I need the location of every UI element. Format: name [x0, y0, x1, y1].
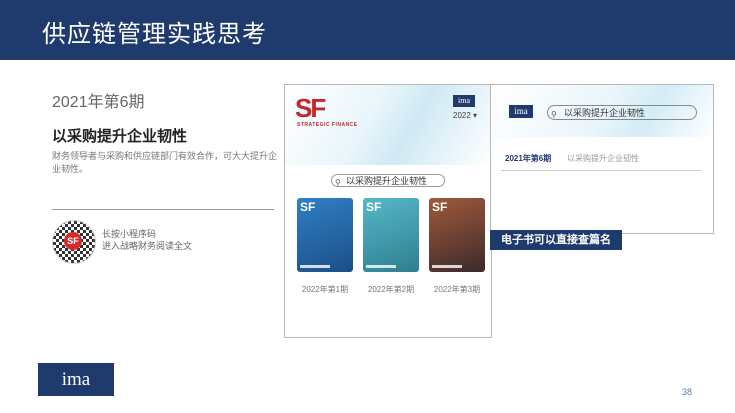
sf-logo: SF	[295, 93, 326, 123]
qr-line-1: 长按小程序码	[102, 229, 157, 239]
year-selector[interactable]: 2022 ▾	[453, 111, 477, 120]
search-icon: ⚲	[335, 178, 341, 187]
cover-sf-logo: SF	[300, 200, 316, 214]
caption-banner: 电子书可以直接查篇名	[490, 230, 622, 250]
qr-line-2: 进入战略财务阅读全文	[102, 241, 193, 251]
cover-grid: SF SF SF 2022年第1期 2022年第2期 2022年第3期	[295, 198, 485, 298]
search-input[interactable]: ⚲ 以采购提升企业韧性	[331, 174, 445, 187]
cover-sf-logo: SF	[432, 200, 448, 214]
cover-stripe	[366, 265, 396, 268]
tab-divider	[501, 170, 701, 171]
issue-label: 2021年第6期	[52, 94, 145, 111]
cover-issue-1[interactable]: SF	[297, 198, 353, 272]
cover-issue-2[interactable]: SF	[363, 198, 419, 272]
cover-stripe	[432, 265, 462, 268]
slide-header: 供应链管理实践思考	[0, 0, 735, 60]
qr-instructions: 长按小程序码 进入战略财务阅读全文	[102, 228, 192, 252]
slide-title: 供应链管理实践思考	[42, 21, 267, 48]
search-text: 以采购提升企业韧性	[564, 108, 646, 118]
sf-badge-icon: SF	[64, 232, 82, 250]
cover-label: 2022年第2期	[367, 285, 415, 294]
magazine-list-screen: SF STRATEGIC FINANCE ima 2022 ▾ ⚲ 以采购提升企…	[284, 84, 492, 338]
search-input[interactable]: ⚲ 以采购提升企业韧性	[547, 105, 697, 120]
page-number: 38	[682, 387, 693, 397]
tab-article[interactable]: 以采购提升企业韧性	[567, 153, 639, 164]
divider	[52, 209, 274, 210]
cover-issue-3[interactable]: SF	[429, 198, 485, 272]
search-icon: ⚲	[551, 110, 557, 119]
ima-logo: ima	[509, 105, 533, 118]
tab-issue[interactable]: 2021年第6期	[505, 153, 551, 164]
search-text: 以采购提升企业韧性	[346, 176, 428, 186]
ima-footer-logo: ima	[38, 363, 114, 396]
cover-label: 2022年第1期	[301, 285, 349, 294]
cover-sf-logo: SF	[366, 200, 382, 214]
cover-stripe	[300, 265, 330, 268]
article-headline: 以采购提升企业韧性	[52, 128, 188, 145]
search-result-screen: ima ⚲ 以采购提升企业韧性 2021年第6期 以采购提升企业韧性	[490, 84, 714, 234]
article-description: 财务领导者与采购和供应链部门有效合作，可大大提升企业韧性。	[52, 151, 278, 174]
article-panel: 2021年第6期 以采购提升企业韧性 财务领导者与采购和供应链部门有效合作，可大…	[30, 78, 280, 268]
cover-label: 2022年第3期	[433, 285, 481, 294]
sf-logo-subtitle: STRATEGIC FINANCE	[297, 122, 358, 128]
ima-logo: ima	[453, 95, 475, 107]
